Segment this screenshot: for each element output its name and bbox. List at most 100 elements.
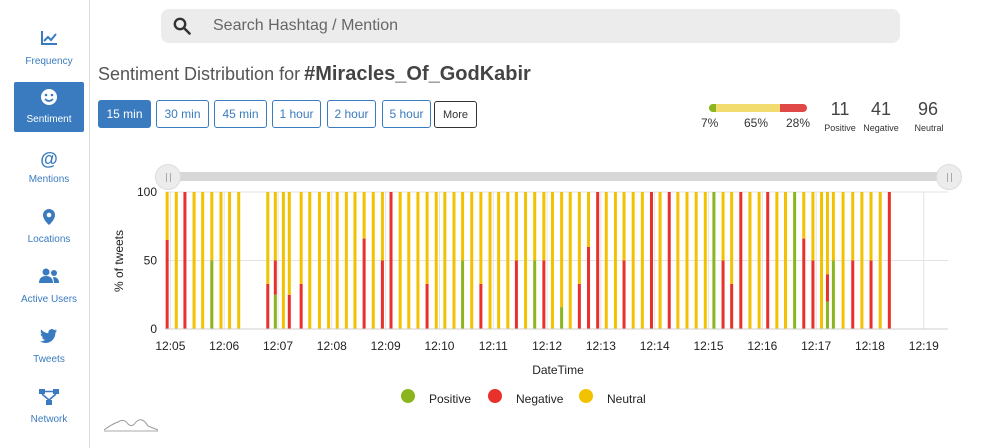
bar <box>831 192 835 329</box>
neutral-segment <box>715 104 780 112</box>
bar-segment-pos <box>461 260 465 329</box>
bar-segment-neu <box>461 192 465 261</box>
bar <box>712 192 716 329</box>
neutral-percent: 65% <box>744 116 769 130</box>
bar <box>165 192 169 329</box>
bar <box>514 192 518 329</box>
bar-segment-neg <box>380 260 384 329</box>
bar <box>851 192 855 329</box>
bar-segment-neu <box>335 192 339 329</box>
bar <box>783 192 787 329</box>
neutral-count-label: Neutral <box>914 123 944 133</box>
bar-segment-neu <box>802 192 806 239</box>
sidebar-item-sentiment[interactable]: Sentiment <box>14 82 84 132</box>
users-icon <box>14 268 84 290</box>
bar-segment-neu <box>287 192 291 295</box>
x-tick-label: 12:18 <box>855 339 885 353</box>
negative-segment <box>779 104 807 112</box>
bar <box>757 192 761 329</box>
interval-button-30min[interactable]: 30 min <box>156 100 209 128</box>
bar <box>479 192 483 329</box>
bar <box>407 192 411 329</box>
y-tick-label: 50 <box>144 254 158 268</box>
bar-segment-neu <box>577 192 581 284</box>
bar <box>327 192 331 329</box>
sidebar-item-frequency[interactable]: Frequency <box>14 24 84 74</box>
hashtag-title: #Miracles_Of_GodKabir <box>304 63 531 85</box>
bar-segment-neu <box>327 192 331 329</box>
range-handle-left[interactable] <box>155 164 181 190</box>
bar <box>533 192 537 329</box>
time-range-slider[interactable] <box>168 172 950 181</box>
sidebar-item-network[interactable]: Network <box>14 382 84 432</box>
bar <box>649 192 653 329</box>
x-tick-label: 12:17 <box>801 339 831 353</box>
bar <box>228 192 232 329</box>
x-tick-label: 12:09 <box>371 339 401 353</box>
bar <box>398 192 402 329</box>
bar <box>488 192 492 329</box>
bar <box>613 192 617 329</box>
bar-segment-neu <box>685 192 689 329</box>
bar <box>568 192 572 329</box>
search-bar <box>161 9 900 43</box>
bar-segment-neu <box>860 192 864 329</box>
at-icon: @ <box>40 149 58 169</box>
legend-negative-label[interactable]: Negative <box>516 392 563 406</box>
bar <box>730 192 734 329</box>
bar-segment-neg <box>649 192 653 329</box>
sidebar-item-label: Tweets <box>33 354 65 365</box>
y-tick-label: 100 <box>137 185 157 199</box>
interval-button-15min[interactable]: 15 min <box>98 100 151 128</box>
interval-button-2hour[interactable]: 2 hour <box>327 100 376 128</box>
bar-segment-neg <box>514 260 518 329</box>
bar-segment-neu <box>165 192 169 240</box>
bar-segment-neu <box>425 192 429 284</box>
x-tick-label: 12:12 <box>532 339 562 353</box>
map-marker-icon <box>14 208 84 230</box>
bar-segment-neu <box>237 192 241 329</box>
bar-segment-neu <box>434 192 438 329</box>
x-tick-label: 12:13 <box>586 339 616 353</box>
bar <box>506 192 510 329</box>
bar-segment-neu <box>266 192 270 284</box>
bar <box>841 192 845 329</box>
sidebar-item-label: Frequency <box>25 56 73 67</box>
search-icon[interactable] <box>173 17 191 40</box>
more-button[interactable]: More <box>434 101 477 128</box>
bar-segment-neg <box>721 260 725 329</box>
bar-segment-neg <box>299 283 303 329</box>
neutral-count: 96 <box>917 99 939 119</box>
bar-segment-neg <box>266 283 270 329</box>
bar <box>604 192 608 329</box>
bar <box>281 192 285 329</box>
sidebar-item-locations[interactable]: Locations <box>14 202 84 252</box>
bar-segment-neu <box>587 192 591 247</box>
bar <box>721 192 725 329</box>
x-tick-label: 12:10 <box>424 339 454 353</box>
bar-segment-neu <box>631 192 635 329</box>
bar-segment-pos <box>793 192 797 329</box>
sidebar-item-mentions[interactable]: @ Mentions <box>14 142 84 192</box>
bar-segment-neu <box>703 192 707 329</box>
bar <box>685 192 689 329</box>
range-handle-right[interactable] <box>936 164 962 190</box>
legend-positive-label[interactable]: Positive <box>429 392 471 406</box>
search-input[interactable] <box>213 9 873 43</box>
interval-button-5hour[interactable]: 5 hour <box>382 100 431 128</box>
bar-segment-neg <box>851 260 855 329</box>
y-axis-title: % of tweets <box>112 230 126 292</box>
bar-segment-neu <box>416 192 420 329</box>
bar-segment-neu <box>533 192 537 261</box>
bar <box>192 192 196 329</box>
sidebar-item-tweets[interactable]: Tweets <box>14 322 84 372</box>
bar-segment-neu <box>831 192 835 261</box>
interval-button-1hour[interactable]: 1 hour <box>272 100 321 128</box>
interval-button-45min[interactable]: 45 min <box>214 100 267 128</box>
bar-segment-neu <box>658 192 662 329</box>
bar-segment-neu <box>676 192 680 329</box>
sidebar-item-active-users[interactable]: Active Users <box>14 262 84 312</box>
bar <box>748 192 752 329</box>
bar <box>237 192 241 329</box>
legend-neutral-label[interactable]: Neutral <box>607 392 646 406</box>
